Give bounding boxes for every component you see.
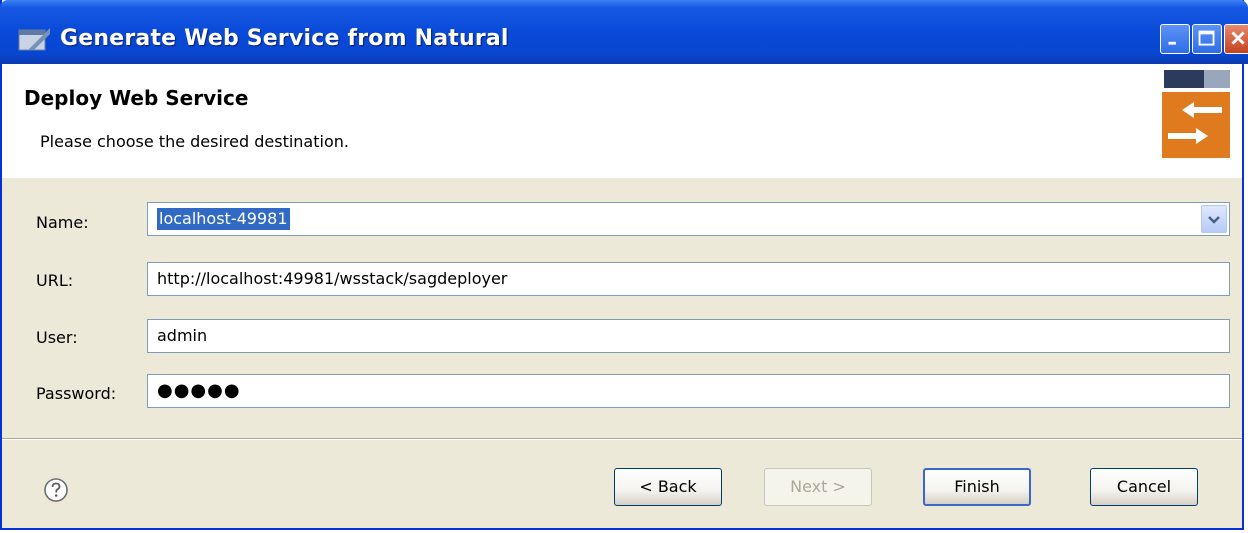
close-icon <box>1231 31 1245 45</box>
page-title: Deploy Web Service <box>24 86 249 110</box>
eclipse-window-icon <box>18 28 50 51</box>
minimize-button[interactable] <box>1160 24 1190 54</box>
password-label: Password: <box>36 384 117 403</box>
password-field[interactable]: ●●●●● <box>147 374 1230 408</box>
url-label: URL: <box>36 271 74 290</box>
next-button[interactable]: Next > <box>764 468 872 506</box>
name-combobox[interactable]: localhost-49981 <box>147 202 1230 236</box>
dialog-window: Generate Web Service from Natural Deploy… <box>0 0 1248 530</box>
user-label: User: <box>36 328 78 347</box>
web-service-exchange-icon <box>1162 70 1230 158</box>
cancel-button[interactable]: Cancel <box>1090 468 1198 506</box>
back-button[interactable]: < Back <box>614 468 722 506</box>
button-bar-divider <box>2 438 1242 440</box>
close-button[interactable] <box>1224 24 1248 54</box>
finish-button[interactable]: Finish <box>923 468 1031 506</box>
user-field[interactable]: admin <box>147 319 1230 353</box>
name-value: localhost-49981 <box>157 208 290 230</box>
window-title: Generate Web Service from Natural <box>60 26 509 51</box>
maximize-button[interactable] <box>1192 24 1222 54</box>
name-label: Name: <box>36 213 89 232</box>
chevron-down-icon <box>1208 216 1220 224</box>
maximize-icon <box>1198 30 1215 46</box>
help-icon[interactable] <box>42 476 70 504</box>
page-description: Please choose the desired destination. <box>40 132 349 151</box>
url-field[interactable]: http://localhost:49981/wsstack/sagdeploy… <box>147 262 1230 296</box>
minimize-icon <box>1168 41 1176 45</box>
title-bar[interactable]: Generate Web Service from Natural <box>0 0 1248 64</box>
wizard-header: Deploy Web Service Please choose the des… <box>2 64 1242 179</box>
dropdown-button[interactable] <box>1201 205 1227 233</box>
deploy-form: Name: localhost-49981 URL: http://localh… <box>2 178 1242 436</box>
